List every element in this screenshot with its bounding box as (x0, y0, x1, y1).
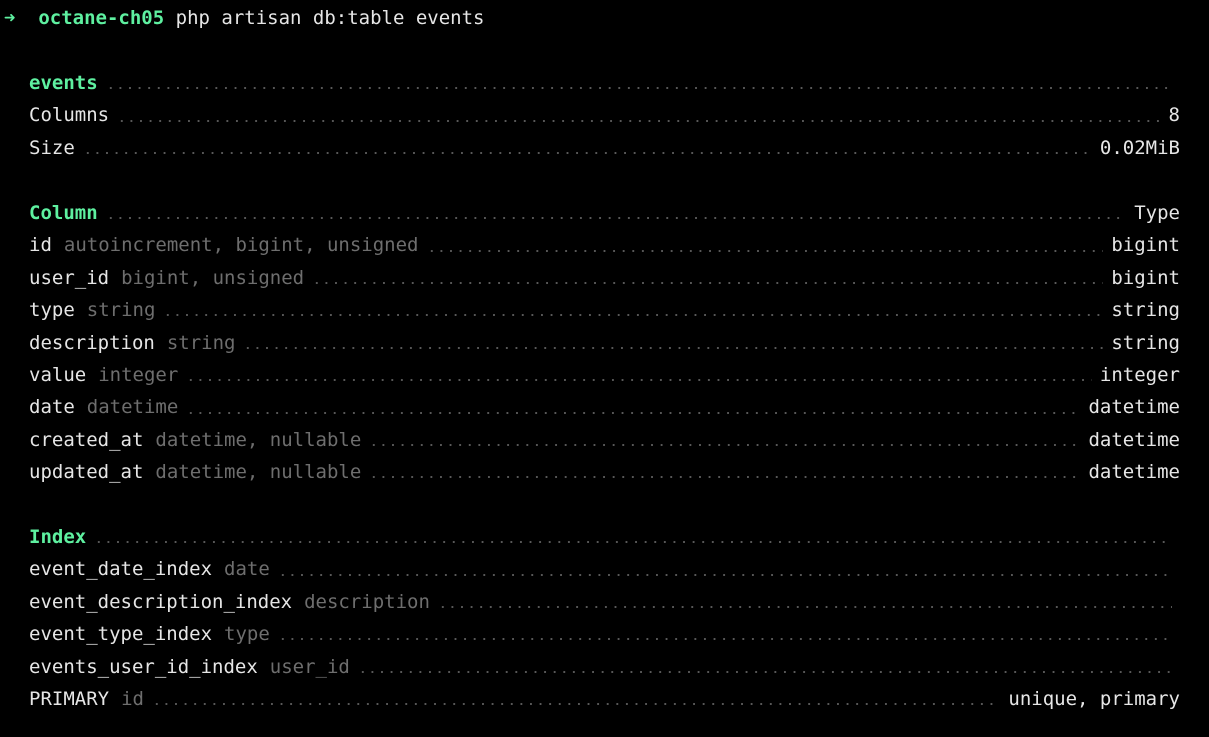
dot-leader (312, 281, 1104, 284)
dot-leader (186, 411, 1081, 414)
column-row-attributes: autoincrement, bigint, unsigned (63, 234, 419, 257)
dot-leader (426, 249, 1104, 252)
dot-leader (369, 476, 1081, 479)
column-row-name: date (29, 396, 75, 419)
column-row-attributes: string (166, 331, 236, 354)
column-row-name: description (29, 331, 155, 354)
dot-leader (82, 151, 1092, 154)
column-row: created_at datetime, nullable datetime (29, 424, 1180, 456)
column-row-attributes: datetime (86, 396, 179, 419)
dot-leader (163, 314, 1104, 317)
dot-leader (243, 346, 1104, 349)
column-row-name: updated_at (29, 461, 144, 484)
index-row-name: PRIMARY (29, 687, 110, 710)
index-row: events_user_id_index user_id (29, 651, 1180, 683)
dot-leader (357, 670, 1172, 673)
index-row: PRIMARY id unique, primary (29, 683, 1180, 715)
column-row-name: id (29, 234, 52, 257)
column-row: description string string (29, 327, 1180, 359)
column-row-attributes: datetime, nullable (155, 461, 362, 484)
stat-value: 0.02MiB (1099, 136, 1180, 159)
index-row: event_description_index description (29, 586, 1180, 618)
dot-leader (105, 217, 1127, 220)
column-row-name: user_id (29, 266, 110, 289)
type-heading: Type (1134, 202, 1180, 224)
prompt-directory: octane-ch05 (38, 7, 165, 29)
index-row-name: events_user_id_index (29, 655, 258, 678)
table-name: events (29, 72, 98, 94)
stat-label: Size (29, 136, 75, 159)
column-row-type: integer (1099, 363, 1180, 386)
index-row: event_type_index type (29, 618, 1180, 650)
column-row-type: datetime (1088, 396, 1180, 419)
table-name-row: events (29, 67, 1180, 99)
column-row-attributes: bigint, unsigned (121, 266, 305, 289)
prompt-arrow-icon: ➜ (4, 7, 16, 29)
columns-section: Column Type id autoincrement, bigint, uns… (29, 197, 1180, 489)
column-row: user_id bigint, unsigned bigint (29, 262, 1180, 294)
dot-leader (186, 379, 1092, 382)
index-row-type: unique, primary (1008, 687, 1180, 710)
index-row-name: event_description_index (29, 590, 293, 613)
index-row-attributes: description (304, 590, 430, 613)
index-row: event_date_index date (29, 553, 1180, 585)
dot-leader (94, 541, 1172, 544)
index-row-attributes: user_id (269, 655, 350, 678)
stat-row-columns: Columns 8 (29, 99, 1180, 131)
column-row-type: bigint (1111, 266, 1180, 289)
indexes-heading: Index (29, 526, 87, 548)
column-row: value integer integer (29, 359, 1180, 391)
column-row-type: datetime (1088, 461, 1180, 484)
column-row: date datetime datetime (29, 391, 1180, 423)
column-row-name: created_at (29, 428, 144, 451)
columns-heading: Column (29, 202, 98, 224)
index-row-attributes: date (224, 558, 270, 581)
shell-prompt: ➜ octane-ch05 php artisan db:table event… (4, 6, 485, 30)
column-row-attributes: datetime, nullable (155, 428, 362, 451)
stat-row-size: Size 0.02MiB (29, 132, 1180, 164)
column-row-type: datetime (1088, 428, 1180, 451)
stat-value: 8 (1168, 104, 1180, 127)
dot-leader (277, 638, 1172, 641)
dot-leader (105, 87, 1172, 90)
column-row: id autoincrement, bigint, unsigned bigint (29, 229, 1180, 261)
index-row-attributes: type (224, 623, 270, 646)
dot-leader (277, 573, 1172, 576)
stat-label: Columns (29, 104, 110, 127)
table-summary: events Columns 8 Size 0.02MiB (29, 67, 1180, 164)
prompt-command: php artisan db:table events (175, 7, 485, 29)
indexes-section: Index event_date_index date event_descript… (29, 521, 1180, 715)
columns-heading-row: Column Type (29, 197, 1180, 229)
dot-leader (151, 703, 1001, 706)
index-row-name: event_date_index (29, 558, 213, 581)
column-row-type: bigint (1111, 234, 1180, 257)
column-row-type: string (1111, 331, 1180, 354)
indexes-heading-row: Index (29, 521, 1180, 553)
dot-leader (437, 605, 1172, 608)
index-row-attributes: id (121, 687, 144, 710)
column-row-attributes: integer (98, 363, 179, 386)
column-row-attributes: string (86, 299, 156, 322)
column-row-name: value (29, 363, 87, 386)
dot-leader (117, 119, 1161, 122)
column-row-type: string (1111, 299, 1180, 322)
dot-leader (369, 443, 1081, 446)
column-row: type string string (29, 294, 1180, 326)
column-row-name: type (29, 299, 75, 322)
index-row-name: event_type_index (29, 623, 213, 646)
column-row: updated_at datetime, nullable datetime (29, 456, 1180, 488)
